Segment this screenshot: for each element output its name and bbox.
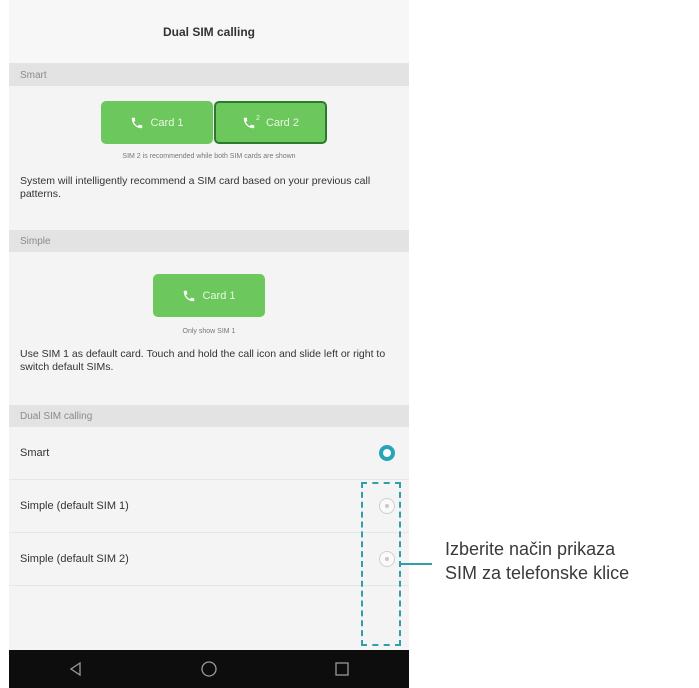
radio-selected-icon[interactable] (379, 445, 395, 461)
smart-section: Card 1 2 Card 2 SIM 2 is recommended whi… (9, 86, 409, 230)
home-button[interactable] (191, 654, 227, 684)
back-button[interactable] (58, 654, 94, 684)
phone-icon (184, 290, 195, 301)
section-header-simple: Simple (9, 230, 409, 252)
simple-hint: Only show SIM 1 (182, 328, 236, 335)
radio-highlight-box (361, 482, 401, 646)
callout-line (401, 563, 432, 565)
option-row-simple-sim2[interactable]: Simple (default SIM 2) (9, 533, 409, 586)
option-row-smart[interactable]: Smart (9, 427, 409, 480)
card1-label: Card 1 (150, 116, 184, 129)
section-header-mode: Dual SIM calling (9, 405, 409, 427)
navigation-bar (9, 650, 409, 688)
option-label: Simple (default SIM 1) (20, 500, 129, 512)
back-icon (69, 661, 81, 677)
option-row-simple-sim1[interactable]: Simple (default SIM 1) (9, 480, 409, 533)
card2-button[interactable]: 2 Card 2 (214, 101, 327, 144)
recents-icon (335, 662, 349, 676)
simple-card1-button[interactable]: Card 1 (153, 274, 265, 317)
option-label: Simple (default SIM 2) (20, 553, 129, 565)
smart-description: System will intelligently recommend a SI… (20, 175, 371, 200)
phone-icon (132, 117, 143, 128)
phone-screen: Dual SIM calling Smart Card 1 2 Card 2 S… (9, 0, 409, 688)
simple-card1-label: Card 1 (202, 289, 236, 302)
simple-description: Use SIM 1 as default card. Touch and hol… (20, 348, 386, 373)
simple-section: Card 1 Only show SIM 1 Use SIM 1 as defa… (9, 252, 409, 405)
callout-annotation: Izberite način prikaza SIM za telefonske… (445, 537, 629, 585)
card1-button[interactable]: Card 1 (101, 101, 213, 144)
smart-hint: SIM 2 is recommended while both SIM card… (122, 153, 296, 160)
callout-line1: Izberite način prikaza (445, 539, 616, 559)
phone-icon (243, 117, 255, 128)
option-label: Smart (20, 447, 50, 459)
section-header-smart: Smart (9, 64, 409, 86)
recents-button[interactable] (324, 654, 360, 684)
home-icon (201, 661, 217, 677)
callout-line2: SIM za telefonske klice (445, 563, 630, 583)
sim-number-badge: 2 (256, 115, 260, 122)
page-title: Dual SIM calling (9, 0, 409, 64)
card2-label: Card 2 (265, 116, 299, 129)
